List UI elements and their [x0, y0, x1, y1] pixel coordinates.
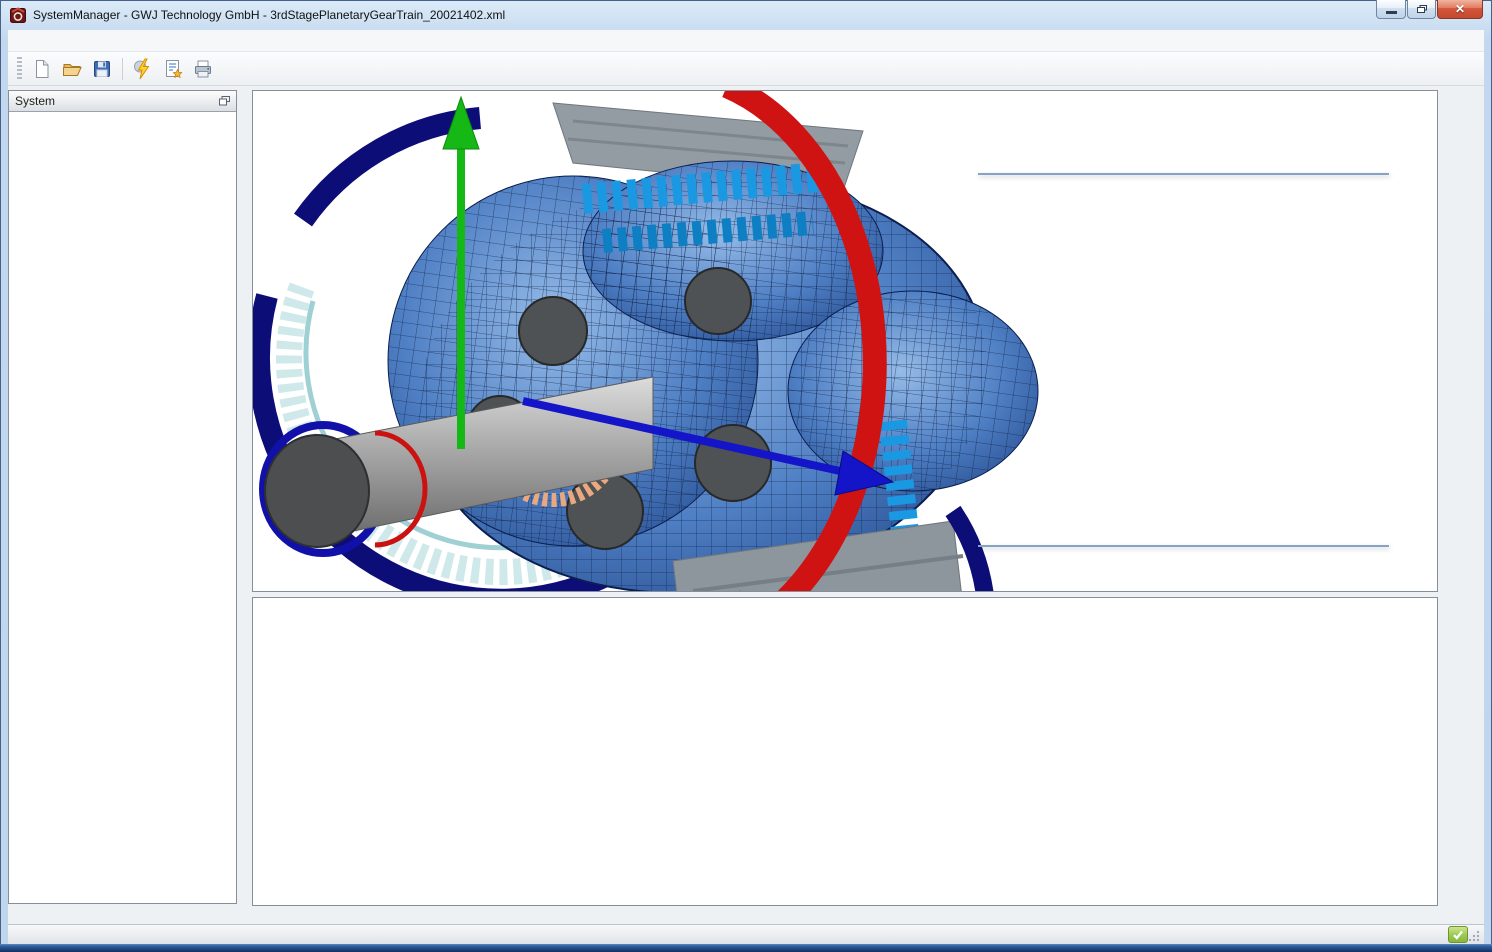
app-icon	[10, 7, 26, 23]
resize-grip[interactable]	[1467, 929, 1480, 942]
close-button[interactable]: ✕	[1437, 0, 1483, 19]
toolbar	[8, 52, 1484, 86]
calculate-button[interactable]	[129, 55, 157, 83]
new-file-button[interactable]	[28, 55, 56, 83]
results-table-panel	[252, 597, 1438, 906]
status-ok-button[interactable]	[1448, 926, 1468, 943]
statusbar	[8, 924, 1484, 944]
toolbar-grip[interactable]	[17, 57, 22, 81]
titlebar[interactable]: SystemManager - GWJ Technology GmbH - 3r…	[0, 0, 1492, 30]
minimize-icon	[1386, 11, 1397, 14]
menubar	[8, 30, 1484, 52]
toolbar-separator	[122, 58, 123, 80]
open-file-button[interactable]	[58, 55, 86, 83]
check-icon	[1452, 929, 1464, 941]
window-bottom-border	[0, 944, 1492, 952]
system-tree-panel: System	[8, 90, 237, 904]
restore-icon	[1416, 4, 1428, 14]
tree-panel-header: System	[9, 91, 236, 112]
restore-button[interactable]	[1407, 0, 1436, 19]
window-title: SystemManager - GWJ Technology GmbH - 3r…	[33, 8, 505, 22]
save-button[interactable]	[88, 55, 116, 83]
open-file-icon	[61, 58, 83, 80]
new-file-icon	[31, 58, 53, 80]
dock-icon[interactable]	[219, 96, 230, 106]
save-icon	[91, 58, 113, 80]
tree-panel-title: System	[15, 94, 55, 108]
print-icon	[192, 58, 214, 80]
print-button[interactable]	[189, 55, 217, 83]
chart-window-planet-annulus[interactable]	[978, 545, 1389, 547]
gear-3d-scene	[253, 91, 1437, 591]
minimize-button[interactable]	[1376, 0, 1406, 19]
calculate-icon	[132, 58, 154, 80]
close-icon: ✕	[1455, 2, 1465, 16]
system-tree	[9, 112, 236, 116]
viewport-3d[interactable]	[252, 90, 1438, 592]
chart-window-sun-planet[interactable]	[978, 173, 1389, 175]
report-icon	[162, 58, 184, 80]
app-window: { "window": { "title": "SystemManager - …	[0, 0, 1492, 952]
report-button[interactable]	[159, 55, 187, 83]
